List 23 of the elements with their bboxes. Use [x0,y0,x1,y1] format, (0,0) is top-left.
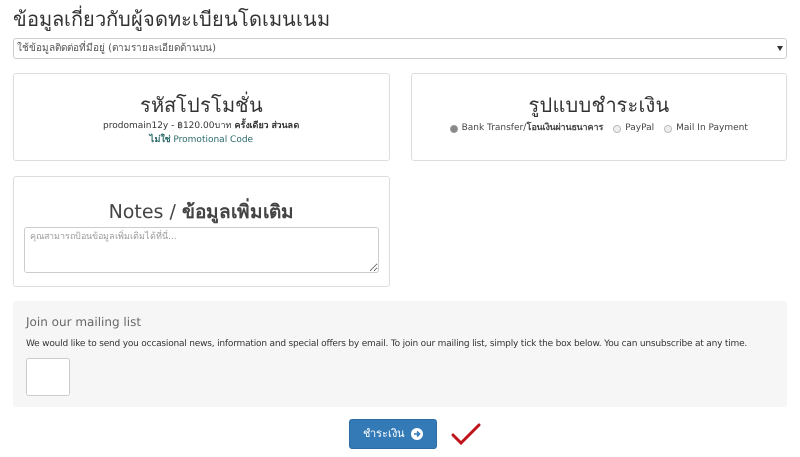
notes-field[interactable]: คุณสามารถป้อนข้อมูลเพิ่มเติมได้ที่นี่... [24,227,378,273]
section-heading: ข้อมูลเกี่ยวกับผู้จดทะเบียนโดเมนเนม [13,4,331,33]
pay-button[interactable]: ชำระเงิน [349,419,437,449]
mailing-checkbox[interactable] [26,358,70,396]
radio-button[interactable] [664,124,672,133]
promotional-code-link[interactable]: Promotional Code [173,134,254,147]
card-title: รหัสโปรโมชั่น [140,92,263,118]
radio-button[interactable] [450,124,458,133]
card-title: รูปแบบชำระเงิน [528,92,670,118]
arrow-right-icon [411,428,423,440]
card-title: Notes / ข้อมูลเพิ่มเติม [108,199,294,225]
promo-description: prodomain12y - ฿120.00บาท ครั้งเดียว ส่วนลด [103,120,300,134]
radio-button[interactable] [613,124,622,133]
mailing-description: We would like to send you occasional news, information and special offers by email. To join our mailing list, simply tick the box below. You can unsubscribe at any time. [26,338,748,351]
panel-title: Join our mailing list [26,314,142,331]
radio-label: Mail In Payment [676,122,748,135]
caret-icon [777,46,783,51]
promo-prefix: ไม่ใช่ [149,134,170,146]
check-mark-icon [451,423,481,445]
radio-label: PayPal [625,122,654,135]
select-value: ใช้ข้อมูลติดต่อที่มีอยู่ (ตามรายละเอียดด้านบน) [17,41,216,56]
contact-select[interactable]: ใช้ข้อมูลติดต่อที่มีอยู่ (ตามรายละเอียดด้านบน) [13,38,787,59]
radio-label: Bank Transfer/โอนเงินผ่านธนาคาร [462,122,604,135]
